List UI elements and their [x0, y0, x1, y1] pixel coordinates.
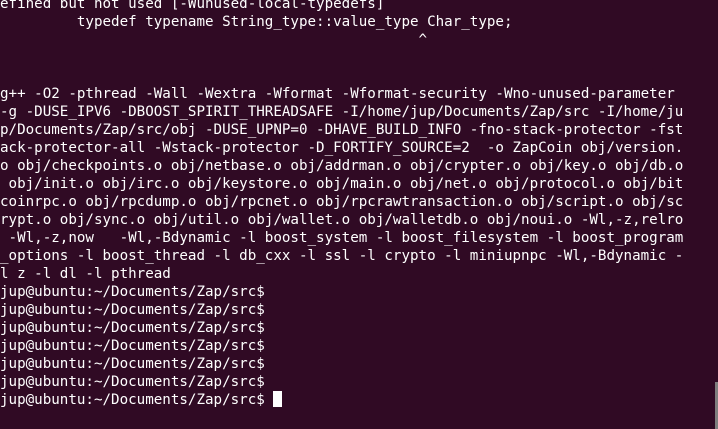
- terminal-window[interactable]: efined but not used [-Wunused-local-type…: [0, 0, 718, 429]
- shell-prompt: jup@ubuntu:~/Documents/Zap/src$: [0, 319, 683, 337]
- output-line: l z -l dl -l pthread: [0, 266, 171, 282]
- output-line: rypt.o obj/sync.o obj/util.o obj/wallet.…: [0, 212, 684, 228]
- output-line: g++ -O2 -pthread -Wall -Wextra -Wformat …: [0, 86, 675, 102]
- output-line: typedef typename String_type::value_type…: [0, 14, 513, 30]
- output-line: -g -DUSE_IPV6 -DBOOST_SPIRIT_THREADSAFE …: [0, 104, 684, 120]
- prompt-text: jup@ubuntu:~/Documents/Zap/src$: [0, 320, 265, 336]
- terminal-output: efined but not used [-Wunused-local-type…: [0, 0, 683, 409]
- shell-prompt: jup@ubuntu:~/Documents/Zap/src$: [0, 373, 683, 391]
- prompt-text: jup@ubuntu:~/Documents/Zap/src$: [0, 338, 265, 354]
- prompt-text: jup@ubuntu:~/Documents/Zap/src$: [0, 356, 265, 372]
- shell-prompt: jup@ubuntu:~/Documents/Zap/src$: [0, 355, 683, 373]
- output-line: ^: [0, 32, 428, 48]
- text-cursor: [273, 391, 283, 407]
- shell-prompt: jup@ubuntu:~/Documents/Zap/src$: [0, 283, 683, 301]
- shell-prompt: jup@ubuntu:~/Documents/Zap/src$: [0, 301, 683, 319]
- output-line: coinrpc.o obj/rpcdump.o obj/rpcnet.o obj…: [0, 194, 684, 210]
- output-line: o obj/checkpoints.o obj/netbase.o obj/ad…: [0, 158, 684, 174]
- prompt-text: jup@ubuntu:~/Documents/Zap/src$: [0, 392, 265, 408]
- output-line: ack-protector-all -Wstack-protector -D_F…: [0, 140, 684, 156]
- output-line: efined but not used [-Wunused-local-type…: [0, 0, 385, 12]
- shell-prompt: jup@ubuntu:~/Documents/Zap/src$: [0, 337, 683, 355]
- output-line: obj/init.o obj/irc.o obj/keystore.o obj/…: [0, 176, 684, 192]
- prompt-text: jup@ubuntu:~/Documents/Zap/src$: [0, 374, 265, 390]
- output-line: p/Documents/Zap/src/obj -DUSE_UPNP=0 -DH…: [0, 122, 684, 138]
- active-shell-prompt[interactable]: jup@ubuntu:~/Documents/Zap/src$: [0, 391, 683, 409]
- prompt-text: jup@ubuntu:~/Documents/Zap/src$: [0, 284, 265, 300]
- output-line: _options -l boost_thread -l db_cxx -l ss…: [0, 248, 684, 264]
- prompt-text: jup@ubuntu:~/Documents/Zap/src$: [0, 302, 265, 318]
- output-line: -Wl,-z,now -Wl,-Bdynamic -l boost_system…: [0, 230, 684, 246]
